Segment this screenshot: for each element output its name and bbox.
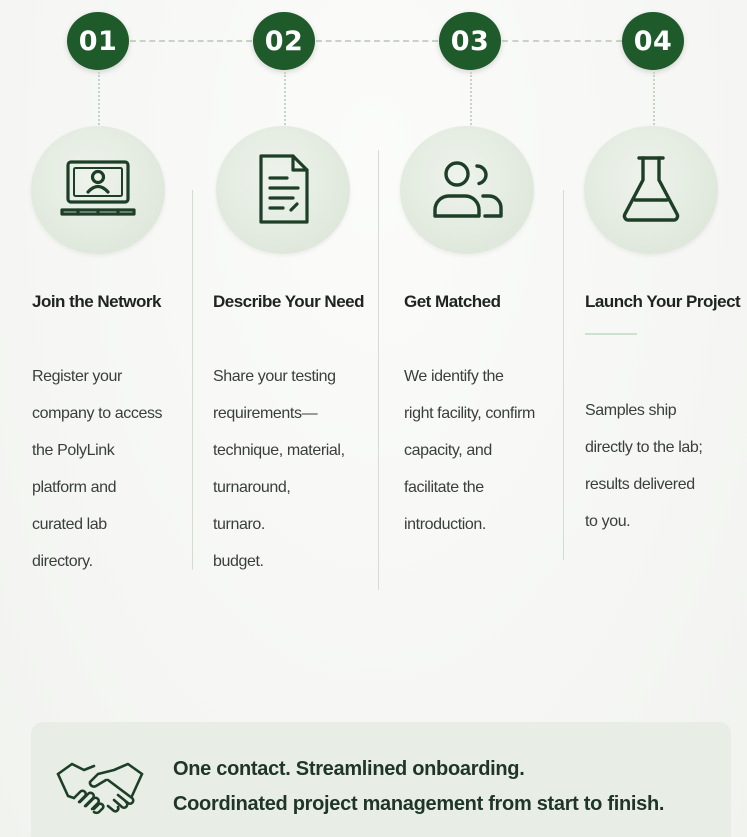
step-drop-line	[284, 72, 286, 128]
step-4-description: Samples ship directly to the lab; result…	[585, 392, 703, 540]
description-line: curated lab	[32, 516, 107, 533]
step-3-badge: 03	[439, 12, 501, 70]
description-line: Register your	[32, 368, 122, 385]
column-divider	[192, 190, 193, 570]
description-line: We identify the	[404, 368, 504, 385]
callout-line-2: Coordinated project management from star…	[173, 793, 665, 815]
description-line: technique, material,	[213, 442, 345, 459]
step-connector	[316, 40, 438, 42]
description-line: the PolyLink	[32, 442, 115, 459]
description-line: right facility, confirm	[404, 405, 535, 422]
description-line: requirements—	[213, 405, 318, 422]
step-2-icon-circle	[216, 126, 350, 254]
step-4-badge: 04	[622, 12, 684, 70]
description-line: results delivered	[585, 476, 695, 493]
column-divider	[378, 150, 379, 590]
step-4-icon-circle	[584, 126, 718, 254]
description-line: directory.	[32, 553, 93, 570]
description-line: facilitate the	[404, 479, 484, 496]
step-1-icon-circle	[31, 126, 165, 254]
step-drop-line	[470, 72, 472, 128]
flask-icon	[622, 156, 680, 222]
user-monitor-icon	[60, 160, 136, 216]
step-3-icon-circle	[400, 126, 534, 254]
step-3-number: 03	[450, 25, 490, 57]
process-steps-panel: 01 02 03 04 Join the Network Describe Yo…	[0, 0, 747, 837]
description-line: budget.	[213, 553, 264, 570]
step-1-description: Register your company to access the Poly…	[32, 358, 163, 580]
step-drop-line	[653, 72, 655, 128]
step-3-title: Get Matched	[404, 292, 501, 311]
step-4-title: Launch Your Project	[585, 292, 741, 311]
step-3-description: We identify the right facility, confirm …	[404, 358, 535, 543]
step-2-description: Share your testing requirements— techniq…	[213, 358, 345, 580]
description-line: company to access	[32, 405, 163, 422]
column-divider	[563, 190, 564, 560]
step-2-badge: 02	[253, 12, 315, 70]
description-line: Samples ship	[585, 402, 677, 419]
step-connector	[502, 40, 622, 42]
callout-line-1: One contact. Streamlined onboarding.	[173, 758, 525, 780]
step-2-number: 02	[264, 25, 304, 57]
description-line: directly to the lab;	[585, 439, 703, 456]
title-underline	[585, 333, 637, 335]
description-line: to you.	[585, 513, 631, 530]
description-line: introduction.	[404, 516, 486, 533]
description-line: capacity, and	[404, 442, 492, 459]
step-1-badge: 01	[67, 12, 129, 70]
step-1-title: Join the Network	[32, 292, 161, 311]
step-4-number: 04	[633, 25, 673, 57]
description-line: turnaround,	[213, 479, 291, 496]
step-1-number: 01	[78, 25, 118, 57]
step-connector	[130, 40, 252, 42]
handshake-icon	[56, 762, 144, 815]
step-2-title: Describe Your Need	[213, 292, 365, 311]
document-icon	[259, 154, 309, 224]
people-icon	[433, 161, 503, 218]
description-line: turnaro.	[213, 516, 265, 533]
description-line: Share your testing	[213, 368, 336, 385]
step-drop-line	[98, 72, 100, 128]
description-line: platform and	[32, 479, 117, 496]
